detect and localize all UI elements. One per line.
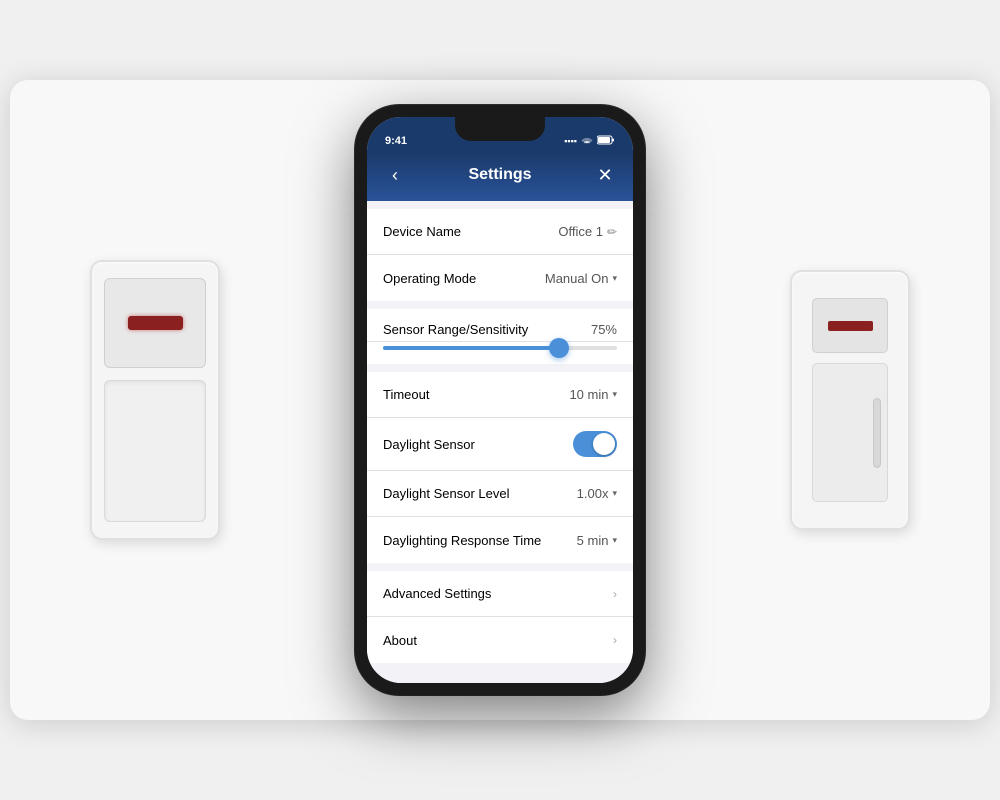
daylight-level-value: 1.00x ▾	[577, 486, 617, 501]
left-button-area	[104, 380, 206, 522]
operating-mode-value: Manual On ▾	[545, 271, 617, 286]
left-sensor-area	[104, 278, 206, 368]
toggle-thumb	[593, 433, 615, 455]
daylighting-response-row[interactable]: Daylighting Response Time 5 min ▾	[367, 517, 633, 563]
timeout-text: 10 min	[569, 387, 608, 402]
slider-thumb[interactable]	[549, 338, 569, 358]
sensor-range-row: Sensor Range/Sensitivity 75%	[367, 309, 633, 342]
phone-notch	[455, 117, 545, 141]
device-name-text: Office 1	[558, 224, 603, 239]
device-name-row[interactable]: Device Name Office 1 ✏	[367, 209, 633, 255]
device-name-value: Office 1 ✏	[558, 224, 617, 239]
left-sensor-dot	[128, 316, 183, 330]
daylighting-response-text: 5 min	[577, 533, 609, 548]
sensor-range-label: Sensor Range/Sensitivity	[383, 322, 528, 337]
about-label: About	[383, 633, 417, 648]
operating-mode-chevron-icon[interactable]: ▾	[612, 273, 617, 284]
paddle-bar	[873, 398, 881, 468]
edit-icon[interactable]: ✏	[607, 225, 617, 239]
daylight-level-row[interactable]: Daylight Sensor Level 1.00x ▾	[367, 471, 633, 517]
sensor-range-value: 75%	[591, 322, 617, 337]
app-header: ‹ Settings ✕	[367, 153, 633, 201]
signal-icon: ▪▪▪▪	[564, 136, 577, 146]
operating-mode-text: Manual On	[545, 271, 609, 286]
timeout-chevron-icon[interactable]: ▾	[612, 389, 617, 400]
close-button[interactable]: ✕	[593, 163, 617, 187]
timeout-row[interactable]: Timeout 10 min ▾	[367, 372, 633, 418]
right-sensor-dot	[828, 321, 873, 331]
phone-wrapper: 9:41 ▪▪▪▪	[355, 105, 645, 695]
daylight-level-chevron-icon[interactable]: ▾	[612, 488, 617, 499]
header-title: Settings	[468, 166, 531, 184]
settings-section-advanced: Advanced Settings › About ›	[367, 571, 633, 663]
status-time: 9:41	[385, 135, 407, 147]
settings-section-sensor: Sensor Range/Sensitivity 75%	[367, 309, 633, 364]
wifi-icon	[581, 135, 593, 147]
left-switch-device	[90, 260, 220, 540]
daylighting-response-value: 5 min ▾	[577, 533, 617, 548]
daylight-level-label: Daylight Sensor Level	[383, 486, 509, 501]
wall-panel: 9:41 ▪▪▪▪	[10, 80, 990, 720]
battery-icon	[597, 135, 615, 147]
right-switch-inner	[804, 288, 896, 512]
daylight-sensor-label: Daylight Sensor	[383, 437, 475, 452]
slider-fill	[383, 346, 559, 350]
right-switch-device	[790, 270, 910, 530]
settings-content: Device Name Office 1 ✏ Operating Mode Ma…	[367, 201, 633, 683]
operating-mode-row[interactable]: Operating Mode Manual On ▾	[367, 255, 633, 301]
about-chevron-icon[interactable]: ›	[613, 633, 617, 647]
advanced-settings-label: Advanced Settings	[383, 586, 491, 601]
settings-section-timeout: Timeout 10 min ▾ Daylight Sensor	[367, 372, 633, 563]
slider-track	[383, 346, 617, 350]
timeout-value: 10 min ▾	[569, 387, 617, 402]
advanced-settings-chevron-icon[interactable]: ›	[613, 587, 617, 601]
back-button[interactable]: ‹	[383, 163, 407, 187]
status-icons: ▪▪▪▪	[564, 135, 615, 147]
about-row[interactable]: About ›	[367, 617, 633, 663]
phone-screen: 9:41 ▪▪▪▪	[367, 117, 633, 683]
sensor-range-text: 75%	[591, 322, 617, 337]
device-name-label: Device Name	[383, 224, 461, 239]
right-sensor-area	[812, 298, 888, 353]
about-value: ›	[613, 633, 617, 647]
daylight-sensor-row[interactable]: Daylight Sensor	[367, 418, 633, 471]
save-section: SAVE AND EXIT	[367, 671, 633, 683]
right-paddle-area	[812, 363, 888, 502]
daylighting-response-chevron-icon[interactable]: ▾	[612, 535, 617, 546]
daylight-sensor-toggle[interactable]	[573, 431, 617, 457]
daylight-level-text: 1.00x	[577, 486, 609, 501]
timeout-label: Timeout	[383, 387, 429, 402]
phone-frame: 9:41 ▪▪▪▪	[355, 105, 645, 695]
operating-mode-label: Operating Mode	[383, 271, 476, 286]
daylighting-response-label: Daylighting Response Time	[383, 533, 541, 548]
slider-container[interactable]	[367, 342, 633, 364]
advanced-settings-value: ›	[613, 587, 617, 601]
advanced-settings-row[interactable]: Advanced Settings ›	[367, 571, 633, 617]
settings-section-basic: Device Name Office 1 ✏ Operating Mode Ma…	[367, 209, 633, 301]
